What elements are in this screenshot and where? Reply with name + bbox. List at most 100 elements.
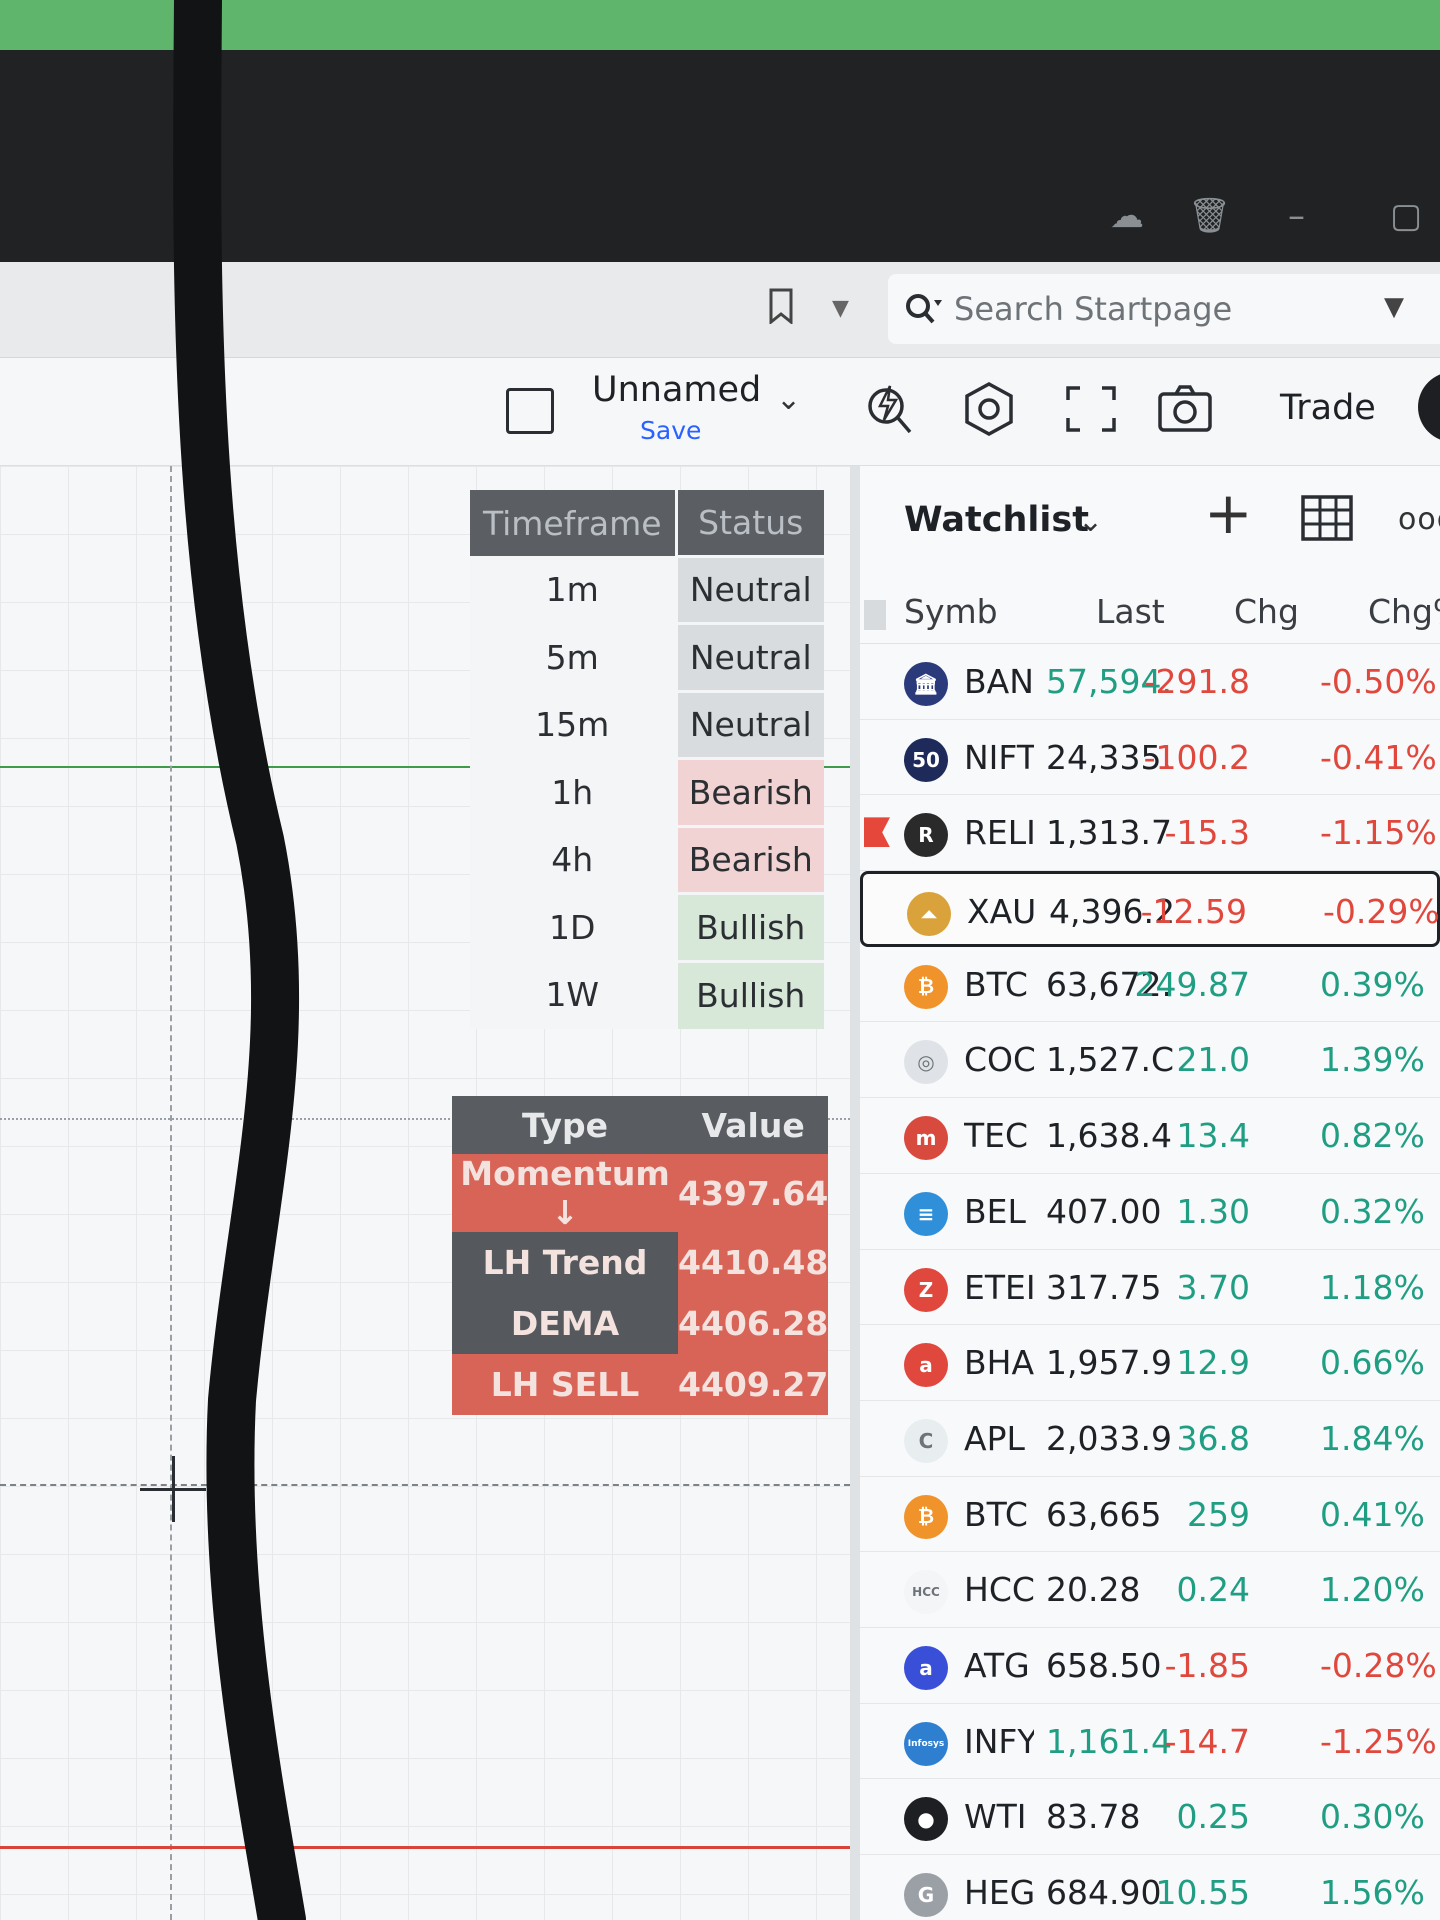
signal-status: Bearish [674, 757, 824, 826]
watchlist-row[interactable]: Infosys INFY 1,161.4 -14.7 -1.25% [860, 1704, 1440, 1780]
column-last[interactable]: Last [1096, 592, 1165, 631]
cloud-icon[interactable]: ☁ [1110, 196, 1144, 236]
change: 259 [1187, 1494, 1250, 1534]
symbol: WTI [964, 1797, 1027, 1837]
symbol: NIFT [964, 737, 1034, 777]
watchlist-row[interactable]: a BHA 1,957.9 12.9 0.66% [860, 1325, 1440, 1401]
change-percent: 1.84% [1320, 1418, 1425, 1458]
search-box[interactable]: ▼ [888, 274, 1440, 344]
change: -1.85 [1164, 1645, 1250, 1685]
change: -15.3 [1164, 813, 1250, 853]
eternal-icon: Z [904, 1267, 948, 1312]
oil-icon: ● [904, 1797, 948, 1842]
watchlist-row[interactable]: ⏶ XAU 4,396.2 -12.59 -0.29% [860, 871, 1440, 947]
watchlist-row[interactable]: C APL 2,033.9 36.8 1.84% [860, 1401, 1440, 1477]
signal-timeframe: 1W [470, 961, 676, 1029]
watchlist-row[interactable]: ≡ BEL 407.00 1.30 0.32% [860, 1174, 1440, 1250]
more-options-icon[interactable]: ooo [1398, 502, 1440, 537]
caret-down-icon[interactable]: ▼ [1384, 292, 1404, 322]
value-header-type: Type [452, 1096, 678, 1154]
settings-icon[interactable] [960, 380, 1018, 438]
symbol: ETEI [964, 1267, 1034, 1307]
caret-down-icon[interactable]: ▼ [832, 296, 849, 321]
change: -100.2 [1143, 737, 1250, 777]
watchlist-row[interactable]: ₿ BTC 63,672. 249.87 0.39% [860, 947, 1440, 1023]
symbol: RELI [964, 813, 1034, 853]
signal-row: 4h Bearish [470, 824, 824, 894]
fullscreen-icon[interactable] [1062, 380, 1120, 438]
select-all-checkbox[interactable] [864, 600, 886, 630]
panel-divider[interactable] [850, 466, 860, 1920]
watchlist-row[interactable]: 50 NIFT 24,335. -100.2 -0.41% [860, 720, 1440, 796]
change-percent: -0.29% [1323, 892, 1440, 932]
watchlist-row[interactable]: Z ETEI 317.75 3.70 1.18% [860, 1250, 1440, 1326]
minimize-icon[interactable]: – [1288, 196, 1305, 236]
watchlist-row[interactable]: ◎ COC 1,527.C 21.0 1.39% [860, 1022, 1440, 1099]
layout-name[interactable]: Unnamed [592, 370, 761, 410]
symbol: BEL [964, 1191, 1026, 1231]
watchlist-header: Symb Last Chg Chg% [860, 578, 1440, 644]
watchlist-row[interactable]: R RELI 1,313.7 -15.3 -1.15% [860, 795, 1440, 872]
change: 0.24 [1176, 1570, 1250, 1610]
chevron-down-icon[interactable]: ⌄ [1078, 504, 1103, 539]
quick-search-icon[interactable] [862, 380, 920, 438]
price-line-red [0, 1846, 850, 1849]
signal-timeframe: 1m [470, 556, 676, 624]
value-row: DEMA 4406.28 [452, 1293, 829, 1354]
trade-button[interactable]: Trade [1262, 378, 1394, 438]
change: 12.9 [1176, 1343, 1250, 1383]
trash-icon[interactable]: 🗑 [1188, 196, 1231, 236]
change: 10.55 [1155, 1873, 1250, 1912]
app-window: ▼ ▼ Unnamed Save ⌄ [0, 262, 1440, 1920]
change-percent: 0.32% [1320, 1191, 1425, 1231]
change-percent: 0.82% [1320, 1116, 1425, 1156]
value-row: Momentum ↓ 4397.64 [452, 1154, 829, 1232]
value-type: LH Trend [452, 1232, 678, 1293]
change-percent: 0.39% [1320, 964, 1425, 1004]
add-symbol-icon[interactable]: + [1204, 484, 1253, 542]
column-symbol[interactable]: Symb [904, 592, 1000, 631]
signal-status: Neutral [674, 622, 824, 691]
advanced-view-icon[interactable] [1300, 494, 1354, 542]
signal-row: 15m Neutral [470, 689, 824, 759]
watchlist-row[interactable]: HCC HCC 20.28 0.24 1.20% [860, 1552, 1440, 1628]
publish-button[interactable] [1418, 372, 1440, 442]
search-icon [906, 294, 942, 324]
crosshair-vertical [170, 466, 172, 1920]
change: 36.8 [1176, 1418, 1250, 1458]
watchlist-row[interactable]: m TEC 1,638.4 13.4 0.82% [860, 1098, 1440, 1174]
signal-row: 1W Bullish [470, 959, 824, 1029]
flag-icon[interactable] [864, 817, 890, 848]
change-percent: 0.66% [1320, 1343, 1425, 1383]
maximize-icon[interactable]: ▢ [1390, 196, 1422, 236]
chevron-down-icon[interactable]: ⌄ [776, 382, 801, 417]
camera-icon[interactable] [1156, 380, 1214, 438]
symbol: ATG [964, 1645, 1030, 1685]
signal-status: Neutral [674, 554, 824, 624]
signal-header-timeframe: Timeframe [470, 490, 676, 556]
watchlist-row[interactable]: 🏛 BAN 57,594. -291.8 -0.50% [860, 644, 1440, 720]
watchlist-row[interactable]: ₿ BTC 63,665 259 0.41% [860, 1477, 1440, 1553]
watchlist-row[interactable]: ● WTI 83.78 0.25 0.30% [860, 1779, 1440, 1855]
change-percent: -0.50% [1320, 662, 1437, 701]
bitcoin-icon: ₿ [904, 1494, 948, 1539]
signal-status: Neutral [674, 689, 824, 759]
gold-icon: ⏶ [907, 892, 951, 937]
window-controls: ☁ 🗑 – ▢ [1060, 196, 1440, 246]
symbol: BTC [964, 964, 1028, 1004]
search-input[interactable] [954, 288, 1334, 330]
symbol: HEG [964, 1873, 1034, 1912]
column-change[interactable]: Chg [1234, 592, 1299, 631]
airtel-icon: a [904, 1343, 948, 1388]
watchlist-row[interactable]: a ATG 658.50 -1.85 -0.28% [860, 1628, 1440, 1704]
change-percent: 1.20% [1320, 1570, 1425, 1610]
bookmark-icon[interactable] [768, 288, 794, 324]
layout-checkbox[interactable] [506, 388, 554, 434]
value-number: 4410.48 [678, 1232, 829, 1293]
change-percent: -0.28% [1320, 1645, 1437, 1685]
watchlist-row[interactable]: G HEG 684.90 10.55 1.56% [860, 1855, 1440, 1920]
save-link[interactable]: Save [640, 416, 701, 445]
atg-icon: a [904, 1645, 948, 1690]
column-change-percent[interactable]: Chg% [1368, 592, 1440, 631]
watchlist-title[interactable]: Watchlist [904, 500, 1089, 540]
